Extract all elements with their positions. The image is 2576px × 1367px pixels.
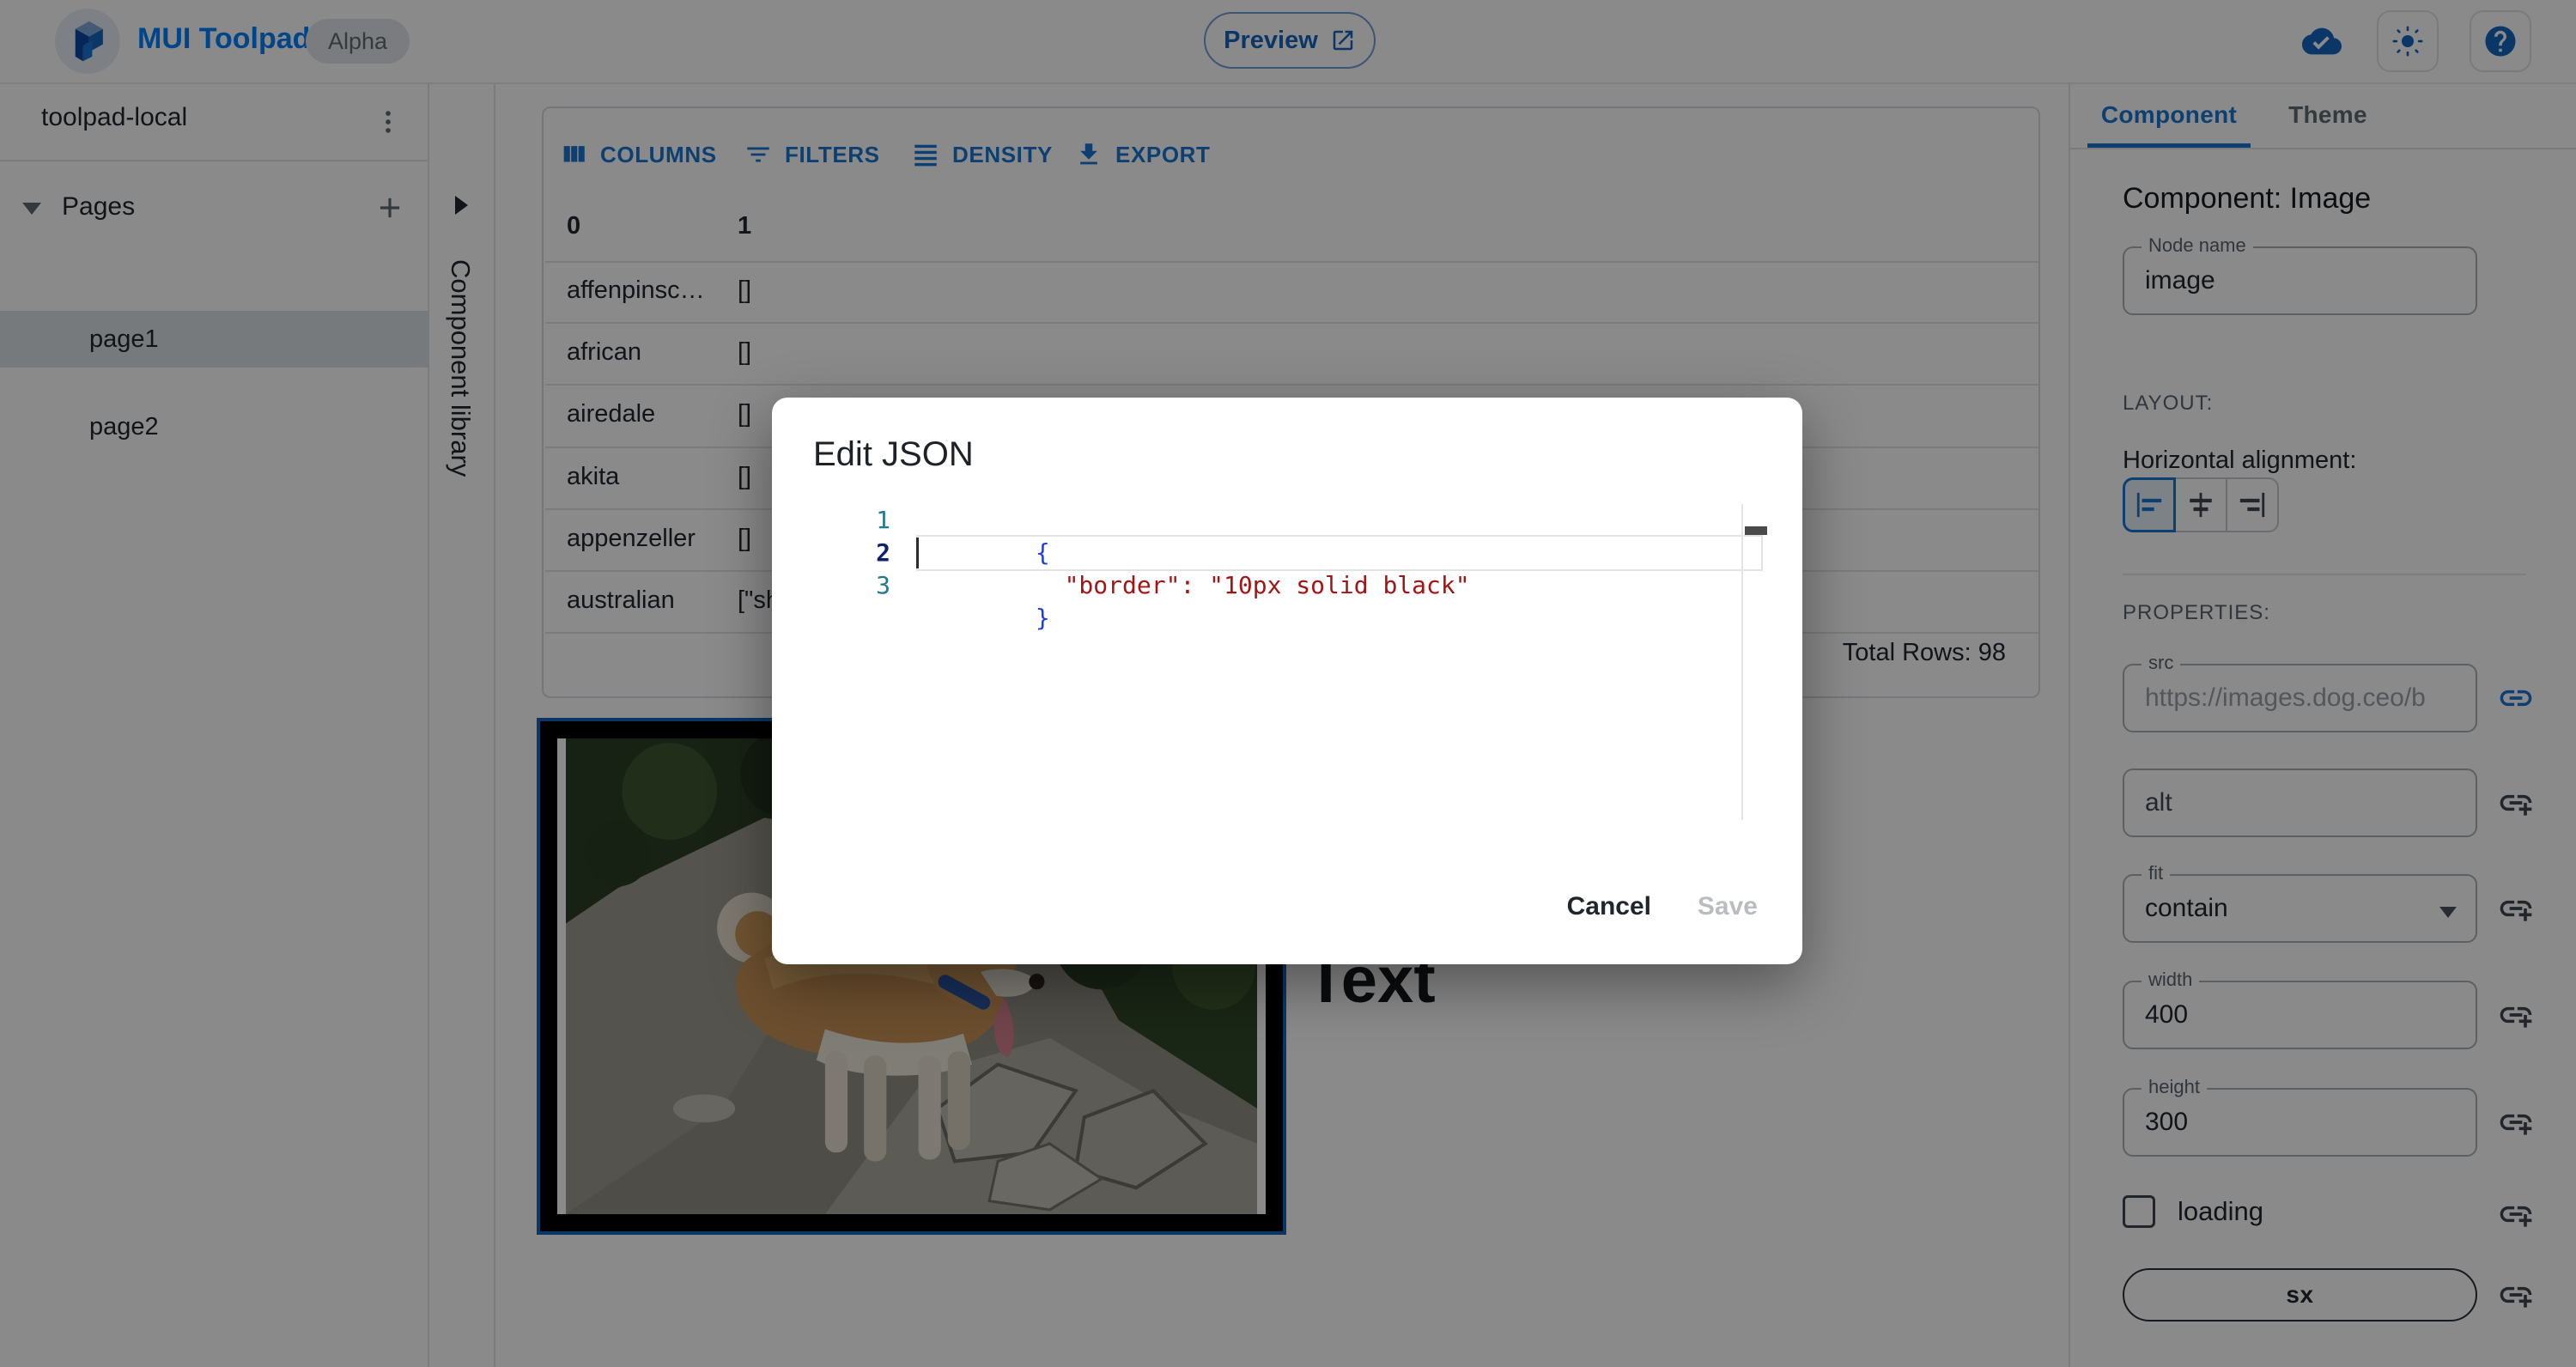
dialog-title: Edit JSON [813,435,974,473]
save-button-disabled[interactable]: Save [1698,892,1758,921]
line-number: 1 [876,506,890,534]
line-number: 3 [876,571,890,599]
overview-ruler-cursor-mark [1745,526,1767,535]
json-code-editor[interactable]: 1 2 3 { "border": "10px solid black" } [772,504,1802,823]
code-line-3: } [1035,604,1050,632]
text-cursor [916,538,919,568]
editor-ruler-line [1741,504,1743,820]
edit-json-dialog: Edit JSON 1 2 3 { "border": "10px solid … [772,398,1802,964]
mui-toolpad-app: MUI Toolpad Alpha Preview toolpad-local … [0,0,2576,1367]
cancel-button[interactable]: Cancel [1567,892,1651,921]
line-number-active: 2 [876,538,890,567]
